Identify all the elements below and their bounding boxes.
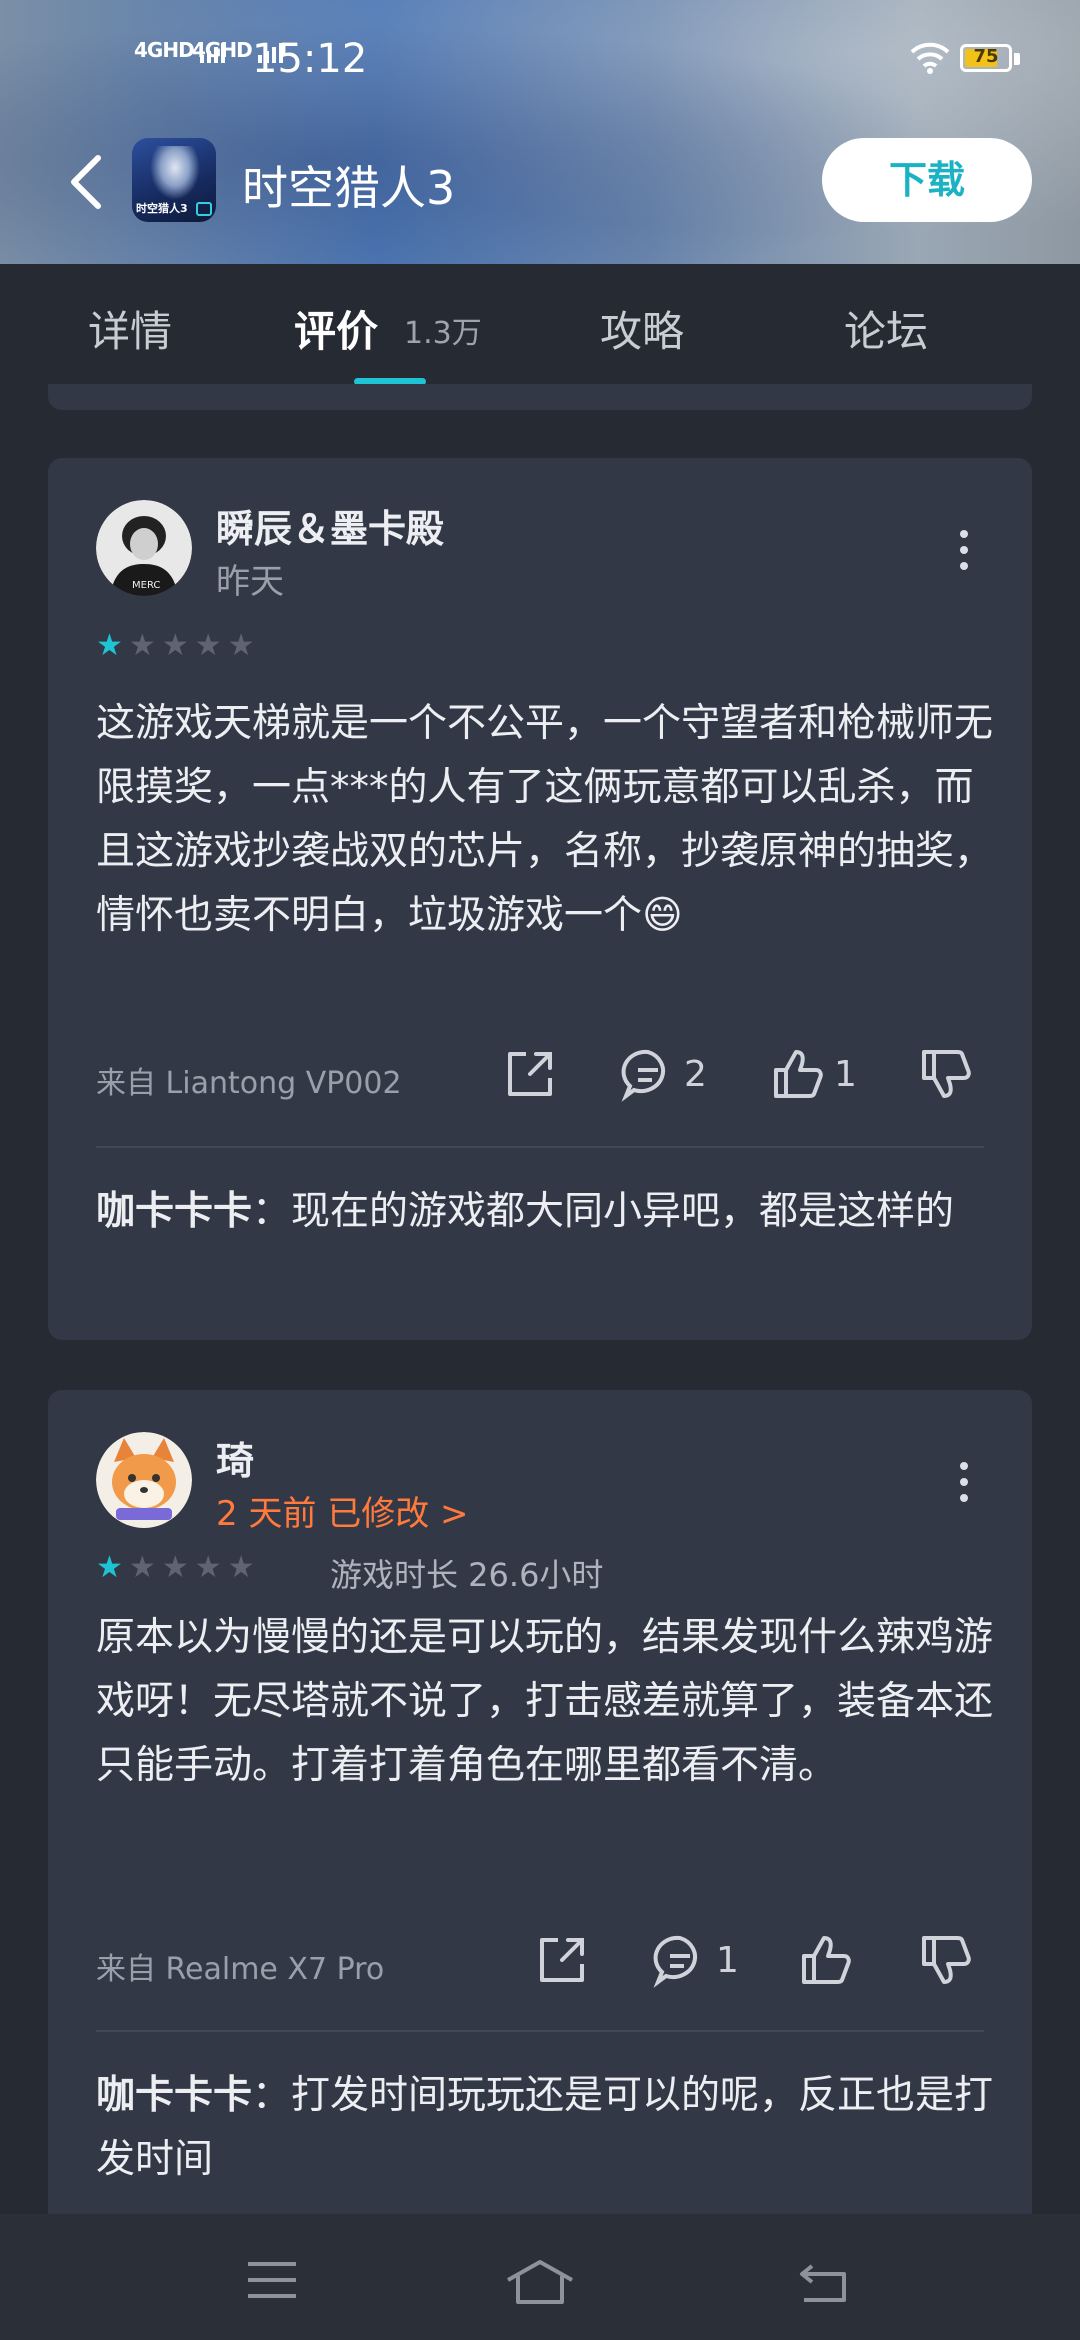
rating-stars: ★★★★★ [96,628,261,663]
reply-username: 咖卡卡卡 [96,1189,253,1234]
tab-reviews-count: 1.3万 [404,316,482,351]
like-count: 1 [834,1054,857,1095]
avatar[interactable]: MERC [96,500,192,596]
svg-text:MERC: MERC [132,580,160,591]
like-icon[interactable] [796,1930,856,1990]
star-icon: ★ [161,1550,195,1585]
star-icon: ★ [194,1550,228,1585]
tab-forum[interactable]: 论坛 [844,298,928,359]
tab-reviews[interactable]: 评价 [294,298,378,359]
share-icon[interactable] [532,1930,592,1990]
app-title: 时空猎人3 [242,161,456,215]
star-icon: ★ [227,628,261,663]
comment-icon[interactable] [618,1044,678,1104]
share-icon[interactable] [500,1044,560,1104]
status-time: 15:12 [252,36,368,82]
review-card: MERC 瞬辰＆墨卡殿 昨天 ★★★★★ 这游戏天梯就是一个不公平，一个守望者和… [48,458,1032,1340]
home-icon[interactable] [504,2258,576,2306]
star-icon: ★ [128,628,162,663]
like-icon[interactable] [768,1044,828,1104]
tab-details[interactable]: 详情 [88,298,172,359]
comment-icon[interactable] [650,1930,710,1990]
app-header: 4GHD 4GHD 15:12 75 时空猎人3 时空猎人3 下载 [0,0,1080,264]
return-icon[interactable] [796,2258,852,2306]
review-date: 昨天 [216,562,284,602]
back-icon[interactable] [62,150,122,214]
review-content: 原本以为慢慢的还是可以玩的，结果发现什么辣鸡游戏呀！无尽塔就不说了，打击感差就算… [96,1615,994,1788]
comment-count: 2 [684,1054,707,1095]
app-icon-figure [150,146,200,200]
review-date-edited[interactable]: 2 天前 已修改 > [216,1486,469,1535]
reply-username: 咖卡卡卡 [96,2073,253,2118]
app-title-row: 时空猎人3 时空猎人3 下载 [0,128,1080,238]
avatar[interactable] [96,1432,192,1528]
comment-count: 1 [716,1940,739,1981]
battery-icon: 75 [960,44,1012,72]
star-icon: ★ [227,1550,261,1585]
previous-card-edge [48,384,1032,410]
status-bar: 4GHD 4GHD 15:12 75 [0,0,1080,120]
battery-cap [1014,53,1020,65]
signal-label-2: 4GHD [192,38,253,62]
review-device: 来自 Liantong VP002 [96,1066,402,1101]
star-icon: ★ [194,628,228,663]
star-icon: ★ [96,628,129,663]
review-username[interactable]: 瞬辰＆墨卡殿 [216,498,444,553]
app-icon-text: 时空猎人3 [136,202,188,215]
star-icon: ★ [128,1550,162,1585]
more-icon[interactable] [958,530,968,570]
reply-item[interactable]: 咖卡卡卡：打发时间玩玩还是可以的呢，反正也是打发时间 [96,2064,996,2192]
signal-label-1: 4GHD [134,38,195,62]
review-card: 琦 2 天前 已修改 > ★★★★★ 游戏时长 26.6小时 原本以为慢慢的还是… [48,1390,1032,2250]
reply-item[interactable]: 咖卡卡卡：现在的游戏都大同小异吧，都是这样的 [96,1180,996,1244]
app-icon[interactable]: 时空猎人3 [132,138,216,222]
playtime: 游戏时长 26.6小时 [330,1556,604,1594]
star-icon: ★ [96,1550,129,1585]
system-nav-bar [0,2214,1080,2340]
menu-icon[interactable] [244,2258,300,2302]
star-icon: ★ [161,628,195,663]
rating-stars: ★★★★★ [96,1550,261,1585]
download-button[interactable]: 下载 [822,138,1032,222]
divider [96,2030,984,2032]
reply-text: ：现在的游戏都大同小异吧，都是这样的 [252,1189,955,1234]
review-device: 来自 Realme X7 Pro [96,1952,385,1987]
battery-level: 75 [973,46,999,67]
review-username[interactable]: 琦 [216,1430,254,1485]
review-content: 这游戏天梯就是一个不公平，一个守望者和枪械师无限摸奖，一点***的人有了这俩玩意… [96,701,994,938]
dislike-icon[interactable] [916,1044,976,1104]
more-icon[interactable] [958,1462,968,1502]
tab-bar: 详情 评价 1.3万 攻略 论坛 [0,264,1080,388]
wifi-icon [910,42,950,74]
app-icon-badge [196,202,212,216]
divider [96,1146,984,1148]
dislike-icon[interactable] [916,1930,976,1990]
tab-guides[interactable]: 攻略 [600,298,684,359]
